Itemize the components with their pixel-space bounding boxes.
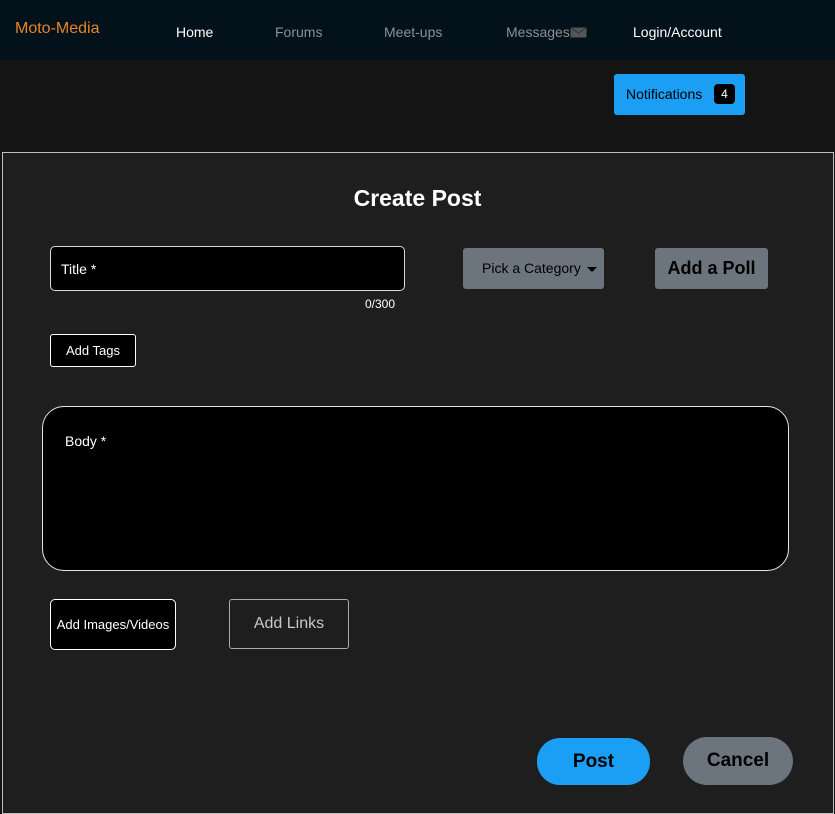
- title-char-counter: 0/300: [365, 297, 396, 311]
- nav-meetups[interactable]: Meet-ups: [384, 24, 442, 40]
- brand-logo[interactable]: Moto-Media: [15, 20, 99, 38]
- add-links-button[interactable]: Add Links: [229, 599, 349, 649]
- add-tags-button[interactable]: Add Tags: [50, 334, 136, 367]
- top-navbar: Moto-Media Home Forums Meet-ups Messages…: [0, 0, 835, 60]
- nav-home[interactable]: Home: [176, 24, 213, 40]
- category-dropdown-label: Pick a Category: [482, 260, 581, 276]
- category-dropdown[interactable]: Pick a Category: [463, 248, 604, 289]
- nav-forums[interactable]: Forums: [275, 24, 322, 40]
- notifications-count-badge: 4: [714, 84, 735, 104]
- body-placeholder: Body *: [65, 433, 107, 449]
- add-poll-button[interactable]: Add a Poll: [655, 248, 768, 289]
- cancel-button[interactable]: Cancel: [683, 737, 793, 785]
- add-images-videos-button[interactable]: Add Images/Videos: [50, 599, 176, 650]
- caret-down-icon: [587, 267, 597, 272]
- nav-messages-label: Messages: [506, 24, 570, 40]
- mail-icon: [570, 27, 587, 38]
- page-title: Create Post: [353, 185, 482, 211]
- title-placeholder: Title *: [61, 261, 97, 277]
- post-button[interactable]: Post: [537, 738, 650, 785]
- notifications-label: Notifications: [626, 86, 703, 102]
- title-input[interactable]: Title *: [50, 246, 405, 291]
- body-textarea[interactable]: Body *: [42, 406, 789, 571]
- nav-login-account[interactable]: Login/Account: [633, 24, 722, 40]
- nav-messages[interactable]: Messages: [506, 24, 587, 40]
